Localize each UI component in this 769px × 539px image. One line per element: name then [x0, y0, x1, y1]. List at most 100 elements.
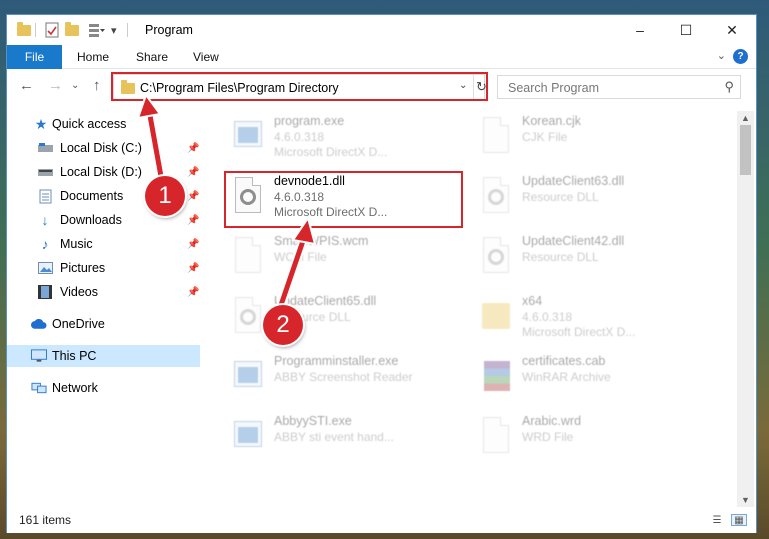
sidebar-item-label: Music	[60, 237, 93, 251]
vertical-scrollbar[interactable]: ▲ ▼	[737, 111, 754, 507]
sidebar-item-label: OneDrive	[52, 317, 105, 331]
ribbon: File Home Share View ⌄ ?	[7, 45, 756, 69]
folder-icon	[480, 295, 512, 335]
exe-icon	[232, 355, 264, 395]
file-type: Resource DLL	[522, 190, 599, 204]
item-count: 161 items	[19, 513, 72, 527]
tab-home[interactable]: Home	[77, 45, 109, 69]
sidebar-item-label: Videos	[60, 285, 98, 299]
file-name: Korean.cjk	[522, 114, 582, 128]
file-description: Microsoft DirectX D...	[274, 145, 388, 159]
minimize-button[interactable]: –	[617, 15, 663, 45]
details-view-icon[interactable]: ☰	[709, 514, 725, 526]
pin-icon[interactable]: 📌	[187, 143, 199, 154]
properties-icon[interactable]	[45, 21, 59, 39]
file-name: Programminstaller.exe	[274, 354, 399, 368]
file-name: AbbyySTI.exe	[274, 414, 352, 428]
file-item[interactable]: Arabic.wrd WRD File	[448, 411, 688, 465]
scroll-down-icon[interactable]: ▼	[741, 495, 750, 505]
step-1-badge: 1	[145, 176, 185, 216]
pin-icon[interactable]: 📌	[187, 287, 199, 298]
sidebar-item-label: Local Disk (D:)	[60, 165, 142, 179]
address-highlight	[111, 72, 488, 101]
archive-icon	[480, 355, 512, 395]
chevron-down-icon[interactable]: ⌄	[717, 49, 726, 62]
sidebar-item-label: Pictures	[60, 261, 106, 275]
maximize-button[interactable]: ☐	[663, 15, 709, 45]
sidebar-item-local-disk-c[interactable]: Local Disk (C:) 📌	[7, 137, 200, 159]
pin-icon[interactable]: 📌	[187, 167, 199, 178]
pin-icon[interactable]: 📌	[187, 263, 199, 274]
sidebar-item-pictures[interactable]: Pictures 📌	[7, 257, 200, 279]
scroll-thumb[interactable]	[740, 125, 751, 175]
file-item[interactable]: UpdateClient65.dll Resource DLL	[200, 291, 440, 345]
file-name: UpdateClient42.dll	[522, 234, 625, 248]
file-type: WinRAR Archive	[522, 370, 611, 384]
sidebar-item-music[interactable]: ♪ Music 📌	[7, 233, 200, 255]
folder-icon	[17, 21, 31, 39]
file-item[interactable]: x64 4.6.0.318 Microsoft DirectX D...	[448, 291, 688, 345]
file-item[interactable]: UpdateClient42.dll Resource DLL	[448, 231, 688, 285]
file-highlight	[224, 171, 463, 228]
close-button[interactable]: ✕	[709, 15, 755, 45]
drive-icon	[37, 140, 53, 156]
tab-file[interactable]: File	[7, 45, 62, 69]
customize-icon[interactable]	[89, 21, 105, 39]
exe-icon	[232, 115, 264, 155]
file-item[interactable]: AbbyySTI.exe ABBY sti event hand...	[200, 411, 440, 465]
file-version: 4.6.0.318	[522, 310, 573, 324]
star-icon: ★	[34, 115, 48, 132]
up-arrow-icon[interactable]: ↑	[93, 77, 101, 94]
file-item[interactable]: certificates.cab WinRAR Archive	[448, 351, 688, 405]
sidebar-item-label: Quick access	[52, 117, 127, 131]
dll-icon	[232, 295, 264, 335]
sidebar-item-this-pc[interactable]: This PC	[7, 345, 200, 367]
file-description: ABBY sti event hand...	[274, 430, 394, 444]
pictures-icon	[37, 260, 53, 276]
search-placeholder: Search Program	[508, 81, 600, 95]
sidebar-item-quick-access[interactable]: ★ Quick access	[7, 113, 200, 135]
toolbar-divider	[35, 23, 36, 37]
tiles-view-icon[interactable]: ▦	[731, 514, 747, 526]
file-name: SmartWPIS.wcm	[274, 234, 369, 248]
file-item[interactable]: SmartWPIS.wcm WCM File	[200, 231, 440, 285]
back-arrow-icon[interactable]: ←	[19, 77, 34, 94]
file-type: CJK File	[522, 130, 568, 144]
document-icon	[232, 235, 264, 275]
recent-locations-icon[interactable]: ⌄	[71, 80, 79, 91]
sidebar-item-network[interactable]: Network	[7, 377, 200, 399]
file-item[interactable]: program.exe 4.6.0.318 Microsoft DirectX …	[200, 111, 440, 165]
sidebar-item-label: Network	[52, 381, 98, 395]
search-input[interactable]: Search Program ⚲	[497, 75, 741, 99]
file-description: ABBY Screenshot Reader	[274, 370, 413, 384]
status-bar: 161 items ☰ ▦	[7, 507, 756, 533]
document-icon	[480, 415, 512, 455]
sidebar-item-videos[interactable]: Videos 📌	[7, 281, 200, 303]
pin-icon[interactable]: 📌	[187, 191, 199, 202]
tab-view[interactable]: View	[193, 45, 219, 69]
pin-icon[interactable]: 📌	[187, 239, 199, 250]
file-item[interactable]: UpdateClient63.dll Resource DLL	[448, 171, 688, 225]
sidebar-item-onedrive[interactable]: OneDrive	[7, 313, 200, 335]
file-name: certificates.cab	[522, 354, 606, 368]
forward-arrow-icon[interactable]: →	[48, 77, 63, 94]
file-name: UpdateClient63.dll	[522, 174, 625, 188]
documents-icon	[37, 188, 53, 204]
search-icon[interactable]: ⚲	[724, 79, 734, 95]
onedrive-icon	[31, 316, 47, 332]
file-item[interactable]: Programminstaller.exe ABBY Screenshot Re…	[200, 351, 440, 405]
file-type: WCM File	[274, 250, 327, 264]
new-folder-icon[interactable]	[65, 21, 79, 39]
scroll-up-icon[interactable]: ▲	[741, 113, 750, 123]
help-icon[interactable]: ?	[733, 49, 748, 64]
file-name: Arabic.wrd	[522, 414, 582, 428]
explorer-window: ▾ Program – ☐ ✕ File Home Share View ⌄ ?…	[6, 14, 757, 533]
file-item[interactable]: Korean.cjk CJK File	[448, 111, 688, 165]
dll-icon	[480, 175, 512, 215]
qa-dropdown-icon[interactable]: ▾	[111, 21, 117, 39]
sidebar-item-label: Documents	[60, 189, 124, 203]
step-2-badge: 2	[263, 305, 303, 345]
sidebar-item-label: This PC	[52, 349, 97, 363]
pin-icon[interactable]: 📌	[187, 215, 199, 226]
tab-share[interactable]: Share	[136, 45, 168, 69]
